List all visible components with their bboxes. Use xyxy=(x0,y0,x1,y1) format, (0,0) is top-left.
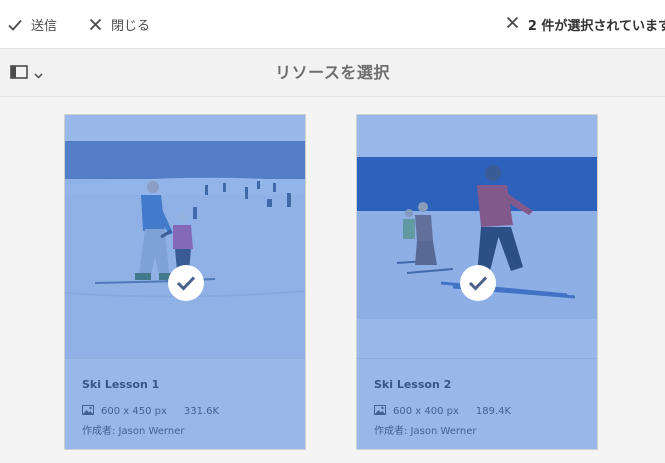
asset-card[interactable]: Ski Lesson 1 600 x 450 px 331.6K 作成者: Ja… xyxy=(64,114,306,450)
selected-check-icon xyxy=(168,265,204,301)
asset-dimensions: 600 x 400 px xyxy=(393,406,459,417)
asset-thumbnail xyxy=(357,115,597,358)
asset-metadata: Ski Lesson 1 600 x 450 px 331.6K 作成者: Ja… xyxy=(65,358,305,449)
asset-title: Ski Lesson 1 xyxy=(82,378,160,391)
asset-metadata: Ski Lesson 2 600 x 400 px 189.4K 作成者: Ja… xyxy=(357,358,597,449)
clear-selection-button[interactable] xyxy=(506,16,519,33)
send-button[interactable]: 送信 xyxy=(8,0,57,49)
asset-grid: Ski Lesson 1 600 x 450 px 331.6K 作成者: Ja… xyxy=(0,98,665,463)
close-label: 閉じる xyxy=(111,19,151,34)
asset-file-size: 189.4K xyxy=(475,406,512,417)
selection-count-label: 2 件が選択されています xyxy=(527,19,665,34)
asset-dimensions-row: 600 x 400 px 189.4K xyxy=(374,405,511,418)
close-icon xyxy=(506,16,519,33)
selection-action-bar: 送信 閉じる 2 件が選択されています xyxy=(0,0,665,49)
send-label: 送信 xyxy=(31,19,58,34)
close-icon xyxy=(89,18,102,31)
page-title: リソースを選択 xyxy=(275,63,390,82)
asset-card[interactable]: Ski Lesson 2 600 x 400 px 189.4K 作成者: Ja… xyxy=(356,114,598,450)
checkmark-icon xyxy=(8,19,22,31)
asset-thumbnail xyxy=(65,115,305,358)
image-icon xyxy=(374,405,386,418)
asset-author: 作成者: Jason Werner xyxy=(82,426,185,437)
selection-status: 2 件が選択されています xyxy=(506,0,665,49)
asset-dimensions: 600 x 450 px xyxy=(101,406,167,417)
image-icon xyxy=(82,405,94,418)
asset-author: 作成者: Jason Werner xyxy=(374,426,477,437)
close-button[interactable]: 閉じる xyxy=(89,0,150,49)
selected-check-icon xyxy=(460,265,496,301)
title-bar: リソースを選択 xyxy=(0,49,665,97)
asset-title: Ski Lesson 2 xyxy=(374,378,452,391)
asset-dimensions-row: 600 x 450 px 331.6K xyxy=(82,405,219,418)
asset-file-size: 331.6K xyxy=(183,406,220,417)
